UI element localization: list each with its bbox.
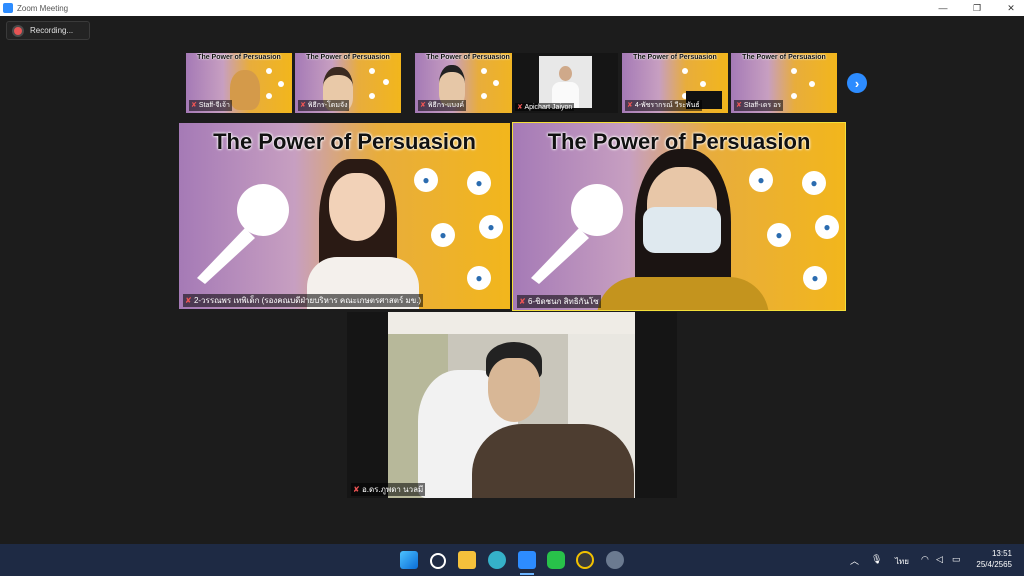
participant-name: ✘ พิธีกร-แบงค์ — [418, 100, 467, 111]
line-icon[interactable] — [547, 551, 565, 569]
group-icon: ● — [467, 171, 491, 195]
participant-name: ✘ Staff-เดร อร — [734, 100, 784, 111]
participant-video — [539, 56, 592, 108]
active-app-indicator — [520, 573, 534, 575]
slide-title: The Power of Persuasion — [197, 54, 281, 61]
next-page-button[interactable]: › — [847, 73, 867, 93]
slide-title: The Power of Persuasion — [213, 129, 476, 154]
participant-video — [597, 149, 769, 310]
language-indicator[interactable]: ไทย — [895, 555, 909, 568]
participant-thumbnail[interactable]: The Power of Persuasion ✘ พิธีกร-แบงค์ — [415, 53, 521, 113]
slide-title: The Power of Persuasion — [633, 54, 717, 61]
recording-label: Recording... — [30, 26, 74, 35]
group-icon: ● — [803, 266, 827, 290]
meeting-area: Recording... The Power of Persuasion ✘ S… — [0, 16, 1024, 544]
slide-title: The Power of Persuasion — [426, 54, 510, 61]
participant-video — [388, 312, 635, 498]
zoom-logo-icon — [3, 3, 13, 13]
pair-icon: ● — [479, 215, 503, 239]
participant-video — [230, 70, 260, 110]
participant-name: ✘ 6-ชิดชนก สิทธิกันโซ — [517, 295, 601, 308]
participant-name: ✘ อ.ดร.ภูพดา นวลมี — [351, 483, 426, 496]
chevron-up-icon[interactable]: ︿ — [850, 554, 859, 567]
clock-date[interactable]: 25/4/2565 — [952, 560, 1012, 569]
recording-indicator[interactable]: Recording... — [6, 21, 90, 40]
slide-title: The Power of Persuasion — [742, 54, 826, 61]
settings-icon[interactable] — [606, 551, 624, 569]
app-icon[interactable] — [576, 551, 594, 569]
participant-video — [307, 159, 419, 309]
group-icon: ● — [467, 266, 491, 290]
participant-video-tile[interactable]: The Power of Persuasion ● ● ● ● ● ✘ 2-วร… — [179, 123, 510, 309]
record-icon — [14, 26, 22, 35]
participant-name: ✘ 2-วรรณพร เทพิเด็ก (รองคณบดีฝ่ายบริหาร … — [183, 294, 424, 307]
minimize-button[interactable]: — — [938, 3, 948, 13]
participant-name: ✘ 4-พัชรากรณ์ วีระพันธ์ — [625, 100, 702, 111]
close-button[interactable]: ✕ — [1006, 3, 1016, 14]
microphone-tray-icon[interactable]: 🎙 — [871, 554, 882, 565]
windows-taskbar: ︿ 🎙 ไทย ◠ ◁ ▭ 13:51 25/4/2565 — [0, 544, 1024, 576]
participant-thumbnail[interactable]: The Power of Persuasion ✘ Staff-จีเจ้า — [186, 53, 292, 113]
group-icon: ● — [802, 171, 826, 195]
active-speaker-tile[interactable]: The Power of Persuasion ● ● ● ● ● ✘ 6-ชิ… — [512, 122, 846, 311]
pair-icon: ● — [815, 215, 839, 239]
participant-thumbnail[interactable]: The Power of Persuasion ✘ 4-พัชรากรณ์ วี… — [622, 53, 728, 113]
search-icon[interactable] — [430, 553, 446, 569]
file-explorer-icon[interactable] — [458, 551, 476, 569]
start-icon[interactable] — [400, 551, 418, 569]
window-title: Zoom Meeting — [17, 3, 69, 13]
window-titlebar: Zoom Meeting — ❐ ✕ — [0, 0, 1024, 16]
participant-name: ✘ Apichart Jaiyon — [515, 103, 575, 111]
clock-time[interactable]: 13:51 — [952, 549, 1012, 558]
participant-thumbnail[interactable]: The Power of Persuasion ✘ Staff-เดร อร — [731, 53, 837, 113]
wifi-icon[interactable]: ◠ — [921, 554, 929, 565]
participant-thumbnail[interactable]: The Power of Persuasion ✘ พิธีกร-โดมจัง — [295, 53, 401, 113]
participant-name: ✘ Staff-จีเจ้า — [189, 100, 232, 111]
restore-button[interactable]: ❐ — [972, 3, 982, 14]
participant-name: ✘ พิธีกร-โดมจัง — [298, 100, 350, 111]
edge-icon[interactable] — [488, 551, 506, 569]
slide-title: The Power of Persuasion — [306, 54, 390, 61]
participant-thumbnail[interactable]: ✘ Apichart Jaiyon — [512, 53, 618, 113]
group-icon: ● — [431, 223, 455, 247]
zoom-icon[interactable] — [518, 551, 536, 569]
group-icon: ● — [767, 223, 791, 247]
volume-icon[interactable]: ◁ — [936, 554, 943, 565]
participant-video-tile[interactable]: ✘ อ.ดร.ภูพดา นวลมี — [347, 312, 677, 498]
microphone-icon — [197, 184, 289, 284]
person-icon: ● — [414, 168, 438, 192]
